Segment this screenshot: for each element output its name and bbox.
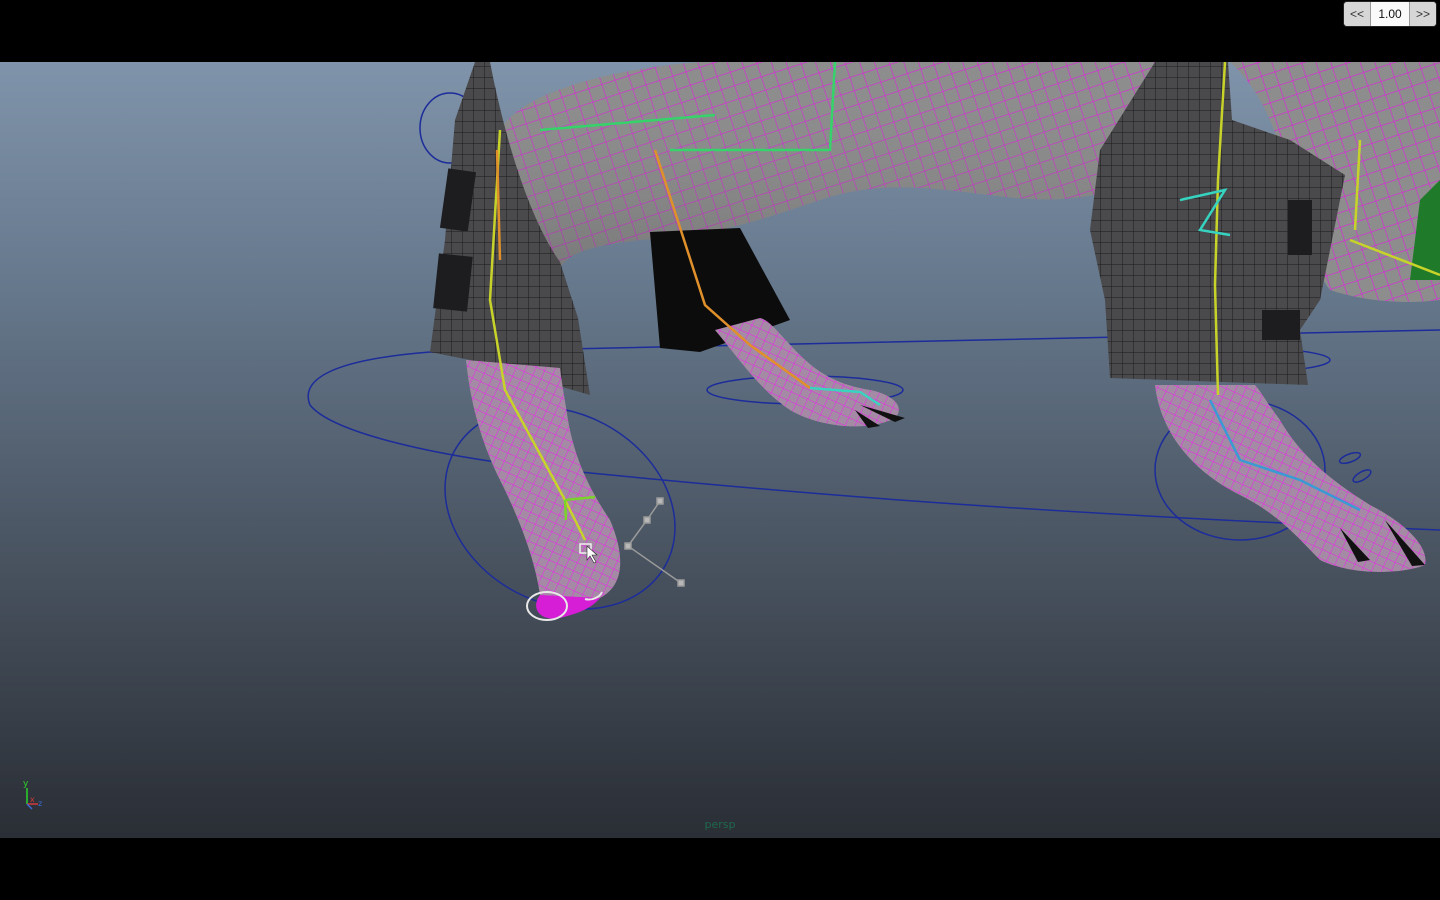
creature-rig-scene [307, 62, 1440, 621]
playback-speed-control: << 1.00 >> [1344, 2, 1436, 26]
perspective-viewport[interactable]: persp y x z [0, 62, 1440, 838]
axis-orientation-gizmo: y x z [18, 776, 52, 816]
forward-speed-button[interactable]: >> [1410, 2, 1436, 26]
axis-y-label: y [23, 779, 29, 789]
axis-x-label: x [30, 795, 35, 804]
axis-z-label: z [38, 799, 42, 808]
video-player-frame: << 1.00 >> persp y x z [0, 0, 1440, 900]
center-leg-mesh[interactable] [715, 318, 905, 428]
left-front-leg-mesh[interactable] [466, 360, 621, 619]
speed-value-field[interactable]: 1.00 [1370, 2, 1410, 26]
rewind-speed-button[interactable]: << [1344, 2, 1370, 26]
camera-name-label: persp [704, 818, 736, 831]
ik-handle[interactable] [624, 497, 685, 587]
